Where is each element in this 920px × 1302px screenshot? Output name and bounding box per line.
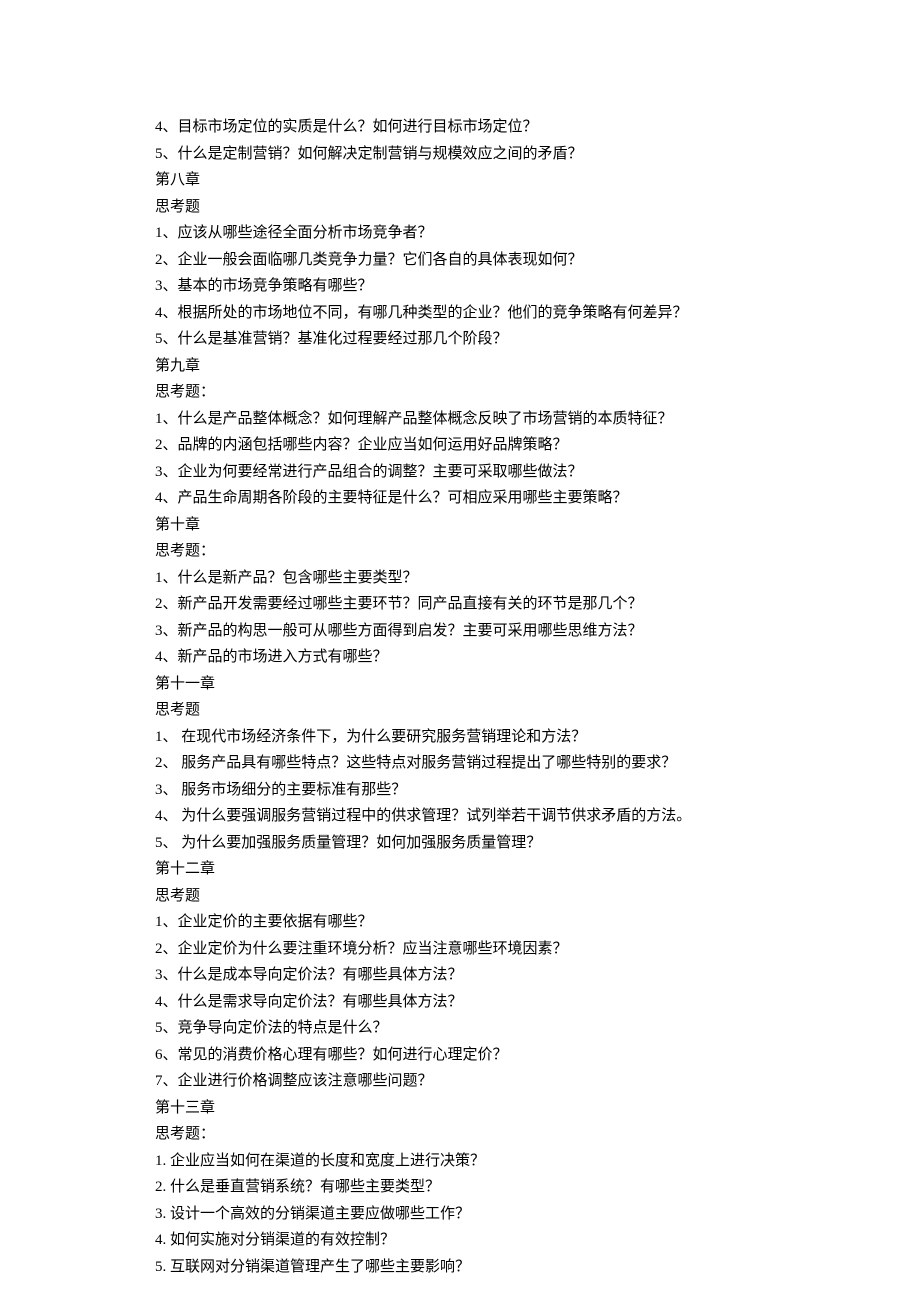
text-line: 3. 设计一个高效的分销渠道主要应做哪些工作？ — [155, 1201, 765, 1228]
text-line: 5、 为什么要加强服务质量管理？如何加强服务质量管理？ — [155, 830, 765, 857]
text-line: 1、什么是新产品？包含哪些主要类型？ — [155, 565, 765, 592]
text-line: 5、什么是定制营销？如何解决定制营销与规模效应之间的矛盾？ — [155, 141, 765, 168]
text-line: 2、企业一般会面临哪几类竞争力量？它们各自的具体表现如何？ — [155, 247, 765, 274]
text-line: 思考题 — [155, 883, 765, 910]
text-line: 4. 如何实施对分销渠道的有效控制？ — [155, 1227, 765, 1254]
text-line: 6、常见的消费价格心理有哪些？如何进行心理定价？ — [155, 1042, 765, 1069]
text-line: 3、企业为何要经常进行产品组合的调整？主要可采取哪些做法？ — [155, 459, 765, 486]
text-line: 1、应该从哪些途径全面分析市场竞争者？ — [155, 220, 765, 247]
text-line: 第十一章 — [155, 671, 765, 698]
text-line: 2、品牌的内涵包括哪些内容？企业应当如何运用好品牌策略？ — [155, 432, 765, 459]
text-line: 3、基本的市场竞争策略有哪些？ — [155, 273, 765, 300]
text-line: 2、 服务产品具有哪些特点？这些特点对服务营销过程提出了哪些特别的要求？ — [155, 750, 765, 777]
text-line: 第十二章 — [155, 856, 765, 883]
text-line: 3、新产品的构思一般可从哪些方面得到启发？主要可采用哪些思维方法？ — [155, 618, 765, 645]
text-line: 5. 互联网对分销渠道管理产生了哪些主要影响？ — [155, 1254, 765, 1281]
text-line: 4、什么是需求导向定价法？有哪些具体方法？ — [155, 989, 765, 1016]
text-line: 4、产品生命周期各阶段的主要特征是什么？可相应采用哪些主要策略？ — [155, 485, 765, 512]
text-line: 5、什么是基准营销？基准化过程要经过那几个阶段？ — [155, 326, 765, 353]
text-line: 1. 企业应当如何在渠道的长度和宽度上进行决策？ — [155, 1148, 765, 1175]
text-line: 1、 在现代市场经济条件下，为什么要研究服务营销理论和方法？ — [155, 724, 765, 751]
text-line: 2. 什么是垂直营销系统？有哪些主要类型？ — [155, 1174, 765, 1201]
text-line: 7、企业进行价格调整应该注意哪些问题？ — [155, 1068, 765, 1095]
text-line: 2、企业定价为什么要注重环境分析？应当注意哪些环境因素？ — [155, 936, 765, 963]
text-line: 第八章 — [155, 167, 765, 194]
text-line: 第十三章 — [155, 1095, 765, 1122]
text-line: 2、新产品开发需要经过哪些主要环节？同产品直接有关的环节是那几个？ — [155, 591, 765, 618]
text-line: 3、 服务市场细分的主要标准有那些？ — [155, 777, 765, 804]
text-line: 4、根据所处的市场地位不同，有哪几种类型的企业？他们的竞争策略有何差异？ — [155, 300, 765, 327]
text-line: 思考题： — [155, 538, 765, 565]
text-line: 4、目标市场定位的实质是什么？如何进行目标市场定位？ — [155, 114, 765, 141]
text-line: 4、 为什么要强调服务营销过程中的供求管理？试列举若干调节供求矛盾的方法。 — [155, 803, 765, 830]
text-line: 思考题 — [155, 697, 765, 724]
text-line: 3、什么是成本导向定价法？有哪些具体方法？ — [155, 962, 765, 989]
text-line: 1、什么是产品整体概念？如何理解产品整体概念反映了市场营销的本质特征？ — [155, 406, 765, 433]
text-line: 第九章 — [155, 353, 765, 380]
text-line: 1、企业定价的主要依据有哪些？ — [155, 909, 765, 936]
text-line: 思考题 — [155, 194, 765, 221]
text-line: 思考题： — [155, 1121, 765, 1148]
text-line: 第十章 — [155, 512, 765, 539]
text-line: 5、竞争导向定价法的特点是什么？ — [155, 1015, 765, 1042]
text-line: 4、新产品的市场进入方式有哪些？ — [155, 644, 765, 671]
text-line: 思考题： — [155, 379, 765, 406]
